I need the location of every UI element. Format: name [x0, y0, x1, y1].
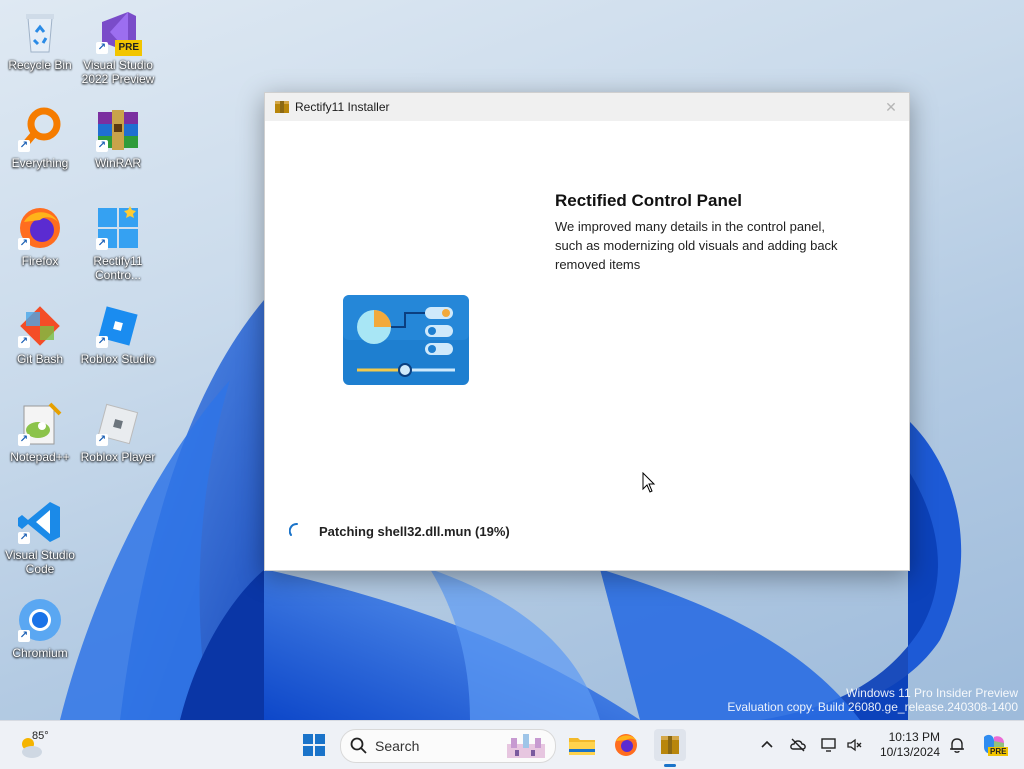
status-text: Patching shell32.dll.mun (19%) [319, 523, 510, 539]
desktop-icon-label: Recycle Bin [8, 58, 72, 72]
shortcut-arrow-icon: ↗ [18, 238, 30, 250]
folder-icon [569, 738, 595, 755]
installer-box-icon [661, 736, 679, 754]
weather-temperature: 85° [32, 730, 49, 742]
recycle-bin-icon [16, 8, 64, 56]
desktop-icon-label: Notepad++ [10, 450, 70, 464]
install-status: Patching shell32.dll.mun (19%) [289, 523, 510, 539]
copilot-button[interactable]: PRE [980, 731, 1009, 759]
windows-logo-icon: ↗ [94, 204, 142, 252]
shortcut-arrow-icon: ↗ [18, 434, 30, 446]
desktop-icon-label: Git Bash [16, 352, 64, 366]
shortcut-arrow-icon: ↗ [18, 336, 30, 348]
chromium-icon: ↗ [16, 596, 64, 644]
installer-window: Rectify11 Installer ✕ Rectified Control … [264, 92, 910, 571]
clock-date: 10/13/2024 [879, 745, 940, 759]
desktop-icon-rectify11-control[interactable]: ↗ Rectify11 Contro... [78, 204, 158, 282]
taskbar-clock[interactable]: 10:13 PM 10/13/2024 [872, 730, 940, 760]
taskbar-rectify11-installer[interactable] [654, 729, 686, 761]
notepad-plus-plus-icon: ↗ [16, 400, 64, 448]
desktop-icon-label: Roblox Studio [80, 352, 156, 366]
firefox-icon [615, 734, 637, 756]
evaluation-watermark: Windows 11 Pro Insider Preview Evaluatio… [727, 686, 1018, 714]
shortcut-arrow-icon: ↗ [18, 532, 30, 544]
visual-studio-icon: PRE ↗ [94, 8, 142, 56]
desktop-icon-label: WinRAR [94, 156, 141, 170]
taskbar-firefox[interactable] [610, 729, 642, 761]
search-label: Search [375, 738, 420, 754]
desktop-icon-label: Firefox [21, 254, 59, 268]
shortcut-arrow-icon: ↗ [18, 630, 30, 642]
loading-spinner-icon [289, 523, 298, 536]
chevron-up-icon[interactable] [758, 736, 776, 754]
desktop-icon-recycle-bin[interactable]: Recycle Bin [0, 8, 80, 72]
vscode-icon: ↗ [16, 498, 64, 546]
shortcut-arrow-icon: ↗ [96, 42, 108, 54]
desktop-icon-visual-studio-2022-preview[interactable]: PRE ↗ Visual Studio 2022 Preview [78, 8, 158, 86]
notification-bell-icon[interactable] [948, 736, 966, 754]
desktop-icon-visual-studio-code[interactable]: ↗ Visual Studio Code [0, 498, 80, 576]
desktop-icon-label: Rectify11 Contro... [93, 254, 143, 282]
feature-title: Rectified Control Panel [555, 191, 743, 210]
desktop-icon-label: Chromium [12, 646, 68, 660]
clock-time: 10:13 PM [888, 730, 940, 744]
desktop-icon-roblox-player[interactable]: ↗ Roblox Player [78, 400, 158, 464]
search-icon [350, 737, 367, 754]
shortcut-arrow-icon: ↗ [96, 238, 108, 250]
installer-box-icon [275, 101, 289, 113]
magnifier-icon: ↗ [16, 106, 64, 154]
start-button[interactable] [298, 729, 330, 761]
desktop-icon-label: Everything [11, 156, 69, 170]
volume-muted-icon[interactable] [846, 736, 864, 754]
watermark-line-1: Windows 11 Pro Insider Preview [846, 686, 1018, 700]
desktop-icon-chromium[interactable]: ↗ Chromium [0, 596, 80, 660]
taskbar: 85° Search 10:13 PM 10/13/2024 PRE [0, 720, 1024, 769]
close-button[interactable]: ✕ [883, 99, 899, 115]
shortcut-arrow-icon: ↗ [96, 140, 108, 152]
search-highlight-castle-icon [507, 734, 545, 758]
desktop-icon-label: Visual Studio 2022 Preview [81, 58, 155, 86]
firefox-icon: ↗ [16, 204, 64, 252]
pre-badge: PRE [115, 40, 142, 56]
active-app-indicator [664, 764, 676, 767]
control-panel-icon [343, 295, 469, 385]
desktop-icon-winrar[interactable]: ↗ WinRAR [78, 106, 158, 170]
taskbar-search[interactable]: Search [340, 729, 556, 763]
desktop-icon-label: Roblox Player [80, 450, 156, 464]
git-bash-icon: ↗ [16, 302, 64, 350]
desktop-icon-everything[interactable]: ↗ Everything [0, 106, 80, 170]
shortcut-arrow-icon: ↗ [96, 434, 108, 446]
shortcut-arrow-icon: ↗ [18, 140, 30, 152]
desktop-icon-notepad-plus-plus[interactable]: ↗ Notepad++ [0, 400, 80, 464]
desktop-icon-firefox[interactable]: ↗ Firefox [0, 204, 80, 268]
weather-widget[interactable]: 85° [18, 728, 58, 762]
watermark-line-2: Evaluation copy. Build 26080.ge_release.… [727, 700, 1018, 714]
desktop-icon-label: Visual Studio Code [5, 548, 75, 576]
feature-description: We improved many details in the control … [555, 219, 838, 272]
shortcut-arrow-icon: ↗ [96, 336, 108, 348]
roblox-studio-icon: ↗ [94, 302, 142, 350]
installer-title: Rectify11 Installer [295, 100, 390, 114]
winrar-icon: ↗ [94, 106, 142, 154]
onedrive-offline-icon[interactable] [789, 736, 807, 754]
windows-start-icon [303, 734, 325, 756]
desktop-icon-roblox-studio[interactable]: ↗ Roblox Studio [78, 302, 158, 366]
desktop-icon-git-bash[interactable]: ↗ Git Bash [0, 302, 80, 366]
network-display-icon[interactable] [820, 736, 838, 754]
mouse-cursor-icon [642, 472, 656, 493]
roblox-player-icon: ↗ [94, 400, 142, 448]
taskbar-file-explorer[interactable] [566, 729, 598, 761]
installer-titlebar[interactable]: Rectify11 Installer ✕ [265, 93, 909, 121]
copilot-pre-badge: PRE [988, 747, 1009, 756]
